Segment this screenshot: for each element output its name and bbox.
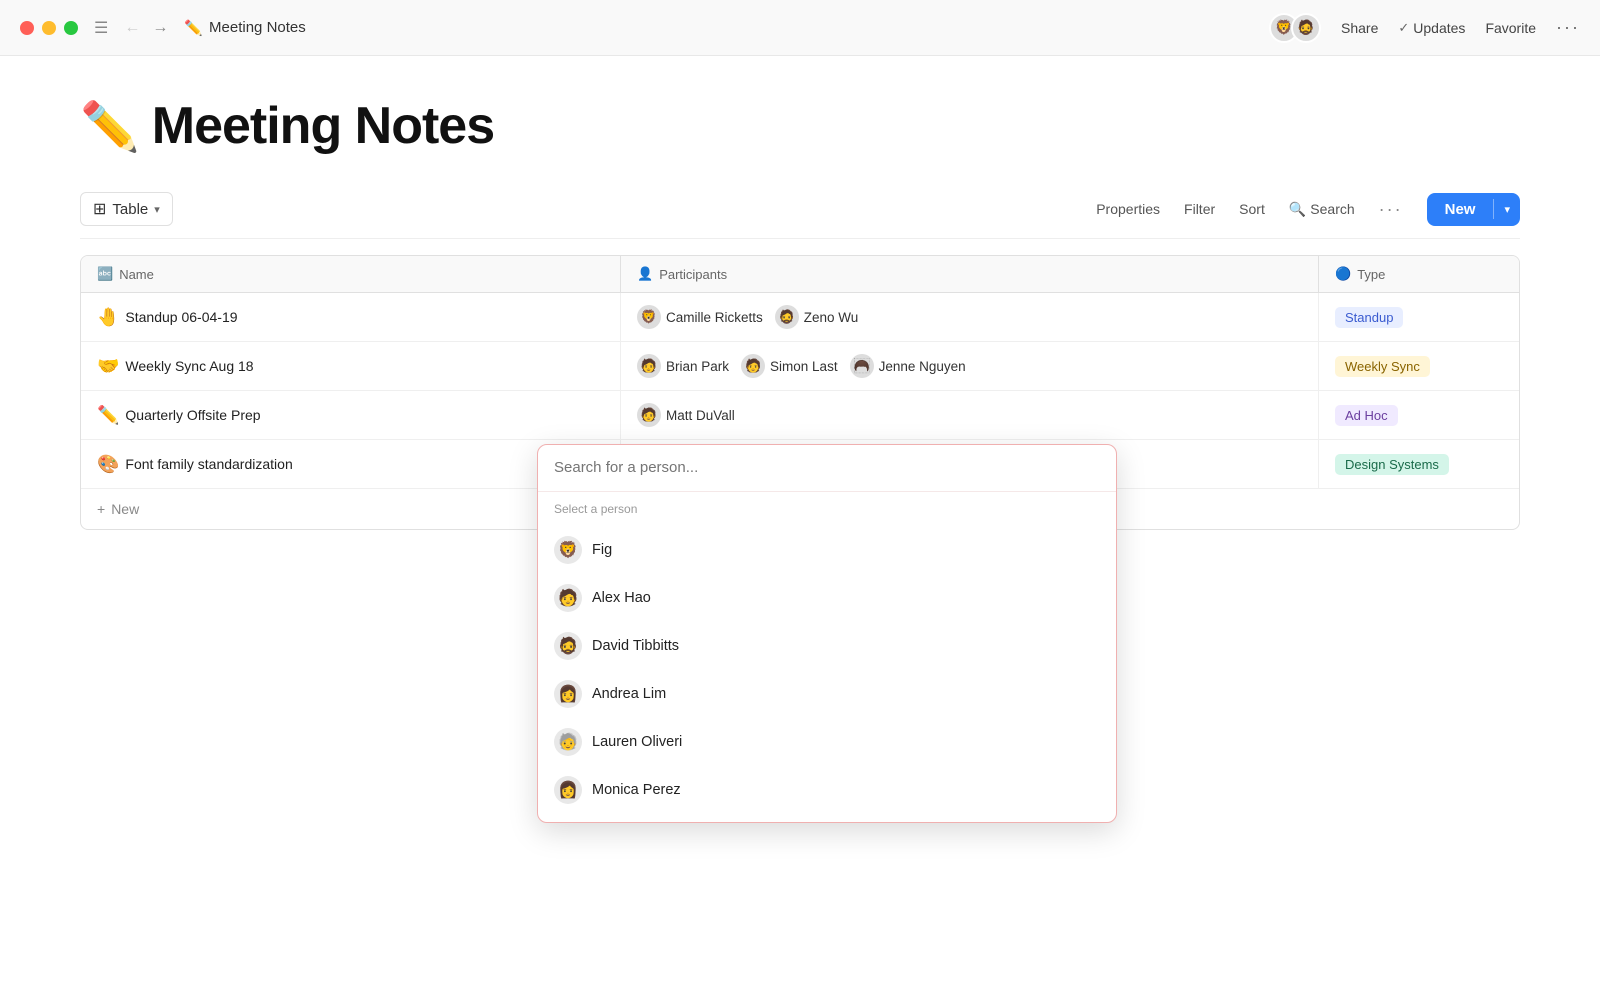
avatar: 👩	[554, 776, 582, 804]
avatar-2: 🧔	[1291, 13, 1321, 43]
table-view-button[interactable]: ⊞ Table ▾	[80, 192, 173, 226]
list-item[interactable]: 🧑 Alex Hao	[538, 574, 1116, 622]
type-badge: Standup	[1335, 307, 1403, 328]
sort-button[interactable]: Sort	[1239, 201, 1265, 217]
type-col-icon: 🔵	[1335, 266, 1351, 282]
name-cell: ✏️ Quarterly Offsite Prep	[81, 391, 621, 439]
nav-arrows: ← →	[120, 17, 172, 39]
breadcrumb-emoji: ✏️	[184, 19, 203, 37]
participant: 🧑 Matt DuVall	[637, 403, 735, 427]
table-row[interactable]: 🤝 Weekly Sync Aug 18 🧑 Brian Park 🧑 Simo…	[81, 342, 1519, 391]
page-title: Meeting Notes	[152, 96, 494, 156]
person-picker-dropdown: Select a person 🦁 Fig 🧑 Alex Hao 🧔 David…	[537, 444, 1117, 823]
favorite-button[interactable]: Favorite	[1485, 20, 1536, 36]
avatar: 🧑	[554, 584, 582, 612]
type-cell: Ad Hoc	[1319, 391, 1519, 439]
properties-button[interactable]: Properties	[1096, 201, 1160, 217]
maximize-button[interactable]	[64, 21, 78, 35]
participants-col-icon: 👤	[637, 266, 653, 282]
avatar: 🦁	[637, 305, 661, 329]
more-options-icon[interactable]: ···	[1556, 17, 1580, 38]
page-header: ✏️ Meeting Notes	[80, 96, 1520, 156]
person-search-input[interactable]	[554, 459, 1100, 476]
row-emoji: 🤝	[97, 356, 119, 377]
toolbar-more-icon[interactable]: ···	[1379, 199, 1403, 220]
avatar: 🧔	[554, 632, 582, 660]
type-badge: Ad Hoc	[1335, 405, 1398, 426]
close-button[interactable]	[20, 21, 34, 35]
row-emoji: 🤚	[97, 307, 119, 328]
participant: 🧑 Brian Park	[637, 354, 729, 378]
table-row[interactable]: ✏️ Quarterly Offsite Prep 🧑 Matt DuVall …	[81, 391, 1519, 440]
participant: 🧑 Simon Last	[741, 354, 838, 378]
type-cell: Standup	[1319, 293, 1519, 341]
avatar: 🦱	[850, 354, 874, 378]
row-emoji: 🎨	[97, 454, 119, 475]
column-participants: 👤 Participants	[621, 256, 1319, 292]
chevron-down-icon: ▾	[154, 203, 160, 216]
titlebar-actions: 🦁 🧔 Share ✓ Updates Favorite ···	[1269, 13, 1580, 43]
participant: 🦁 Camille Ricketts	[637, 305, 763, 329]
updates-button[interactable]: ✓ Updates	[1398, 20, 1465, 36]
list-item[interactable]: 🧔 David Tibbitts	[538, 622, 1116, 670]
type-cell: Weekly Sync	[1319, 342, 1519, 390]
new-btn-caret-icon[interactable]: ▾	[1494, 195, 1520, 224]
type-cell: Design Systems	[1319, 440, 1519, 488]
participants-cell: 🦁 Camille Ricketts 🧔 Zeno Wu	[621, 293, 1319, 341]
column-name: 🔤 Name	[81, 256, 621, 292]
list-item[interactable]: 👩 Andrea Lim	[538, 670, 1116, 718]
column-type: 🔵 Type	[1319, 256, 1519, 292]
filter-button[interactable]: Filter	[1184, 201, 1215, 217]
breadcrumb-title: Meeting Notes	[209, 19, 306, 36]
menu-icon[interactable]: ☰	[94, 18, 108, 38]
page-header-emoji: ✏️	[80, 98, 140, 155]
table-row[interactable]: 🤚 Standup 06-04-19 🦁 Camille Ricketts 🧔 …	[81, 293, 1519, 342]
name-cell: 🤚 Standup 06-04-19	[81, 293, 621, 341]
avatar: 🦁	[554, 536, 582, 564]
titlebar: ☰ ← → ✏️ Meeting Notes 🦁 🧔 Share ✓ Updat…	[0, 0, 1600, 56]
participants-cell: 🧑 Matt DuVall	[621, 391, 1319, 439]
name-cell: 🤝 Weekly Sync Aug 18	[81, 342, 621, 390]
table-header: 🔤 Name 👤 Participants 🔵 Type	[81, 256, 1519, 293]
share-button[interactable]: Share	[1341, 20, 1378, 36]
collaborators-avatars: 🦁 🧔	[1269, 13, 1321, 43]
avatar: 🧑	[741, 354, 765, 378]
type-badge: Design Systems	[1335, 454, 1449, 475]
table-icon: ⊞	[93, 199, 106, 219]
person-list: 🦁 Fig 🧑 Alex Hao 🧔 David Tibbitts 👩 Andr…	[538, 522, 1116, 822]
participant: 🧔 Zeno Wu	[775, 305, 859, 329]
page-breadcrumb: ✏️ Meeting Notes	[184, 19, 305, 37]
back-arrow[interactable]: ←	[120, 17, 144, 39]
list-item[interactable]: 🦁 Fig	[538, 526, 1116, 574]
toolbar: ⊞ Table ▾ Properties Filter Sort 🔍 Searc…	[80, 192, 1520, 239]
avatar: 🧔	[775, 305, 799, 329]
avatar: 🧑	[637, 403, 661, 427]
avatar: 🧓	[554, 728, 582, 756]
search-button[interactable]: 🔍 Search	[1289, 201, 1355, 218]
row-emoji: ✏️	[97, 405, 119, 426]
window-controls	[20, 21, 78, 35]
search-icon: 🔍	[1289, 201, 1306, 218]
avatar: 🧑	[637, 354, 661, 378]
type-badge: Weekly Sync	[1335, 356, 1430, 377]
list-item[interactable]: 👩 Monica Perez	[538, 766, 1116, 814]
new-button[interactable]: New ▾	[1427, 193, 1520, 226]
minimize-button[interactable]	[42, 21, 56, 35]
participants-cell: 🧑 Brian Park 🧑 Simon Last 🦱 Jenne Nguyen	[621, 342, 1319, 390]
plus-icon: +	[97, 501, 105, 517]
participant: 🦱 Jenne Nguyen	[850, 354, 966, 378]
list-item[interactable]: 🧓 Lauren Oliveri	[538, 718, 1116, 766]
forward-arrow[interactable]: →	[148, 17, 172, 39]
person-search-container	[538, 445, 1116, 492]
check-icon: ✓	[1398, 20, 1409, 36]
dropdown-section-label: Select a person	[538, 492, 1116, 522]
name-col-icon: 🔤	[97, 266, 113, 282]
avatar: 👩	[554, 680, 582, 708]
